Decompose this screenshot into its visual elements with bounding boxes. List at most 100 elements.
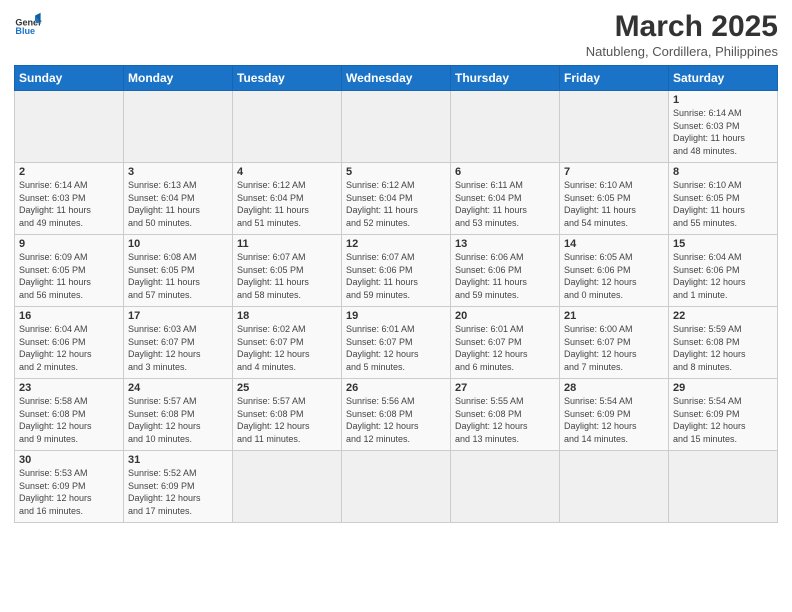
calendar-week-1: 1Sunrise: 6:14 AM Sunset: 6:03 PM Daylig… [15, 91, 778, 163]
day-number: 2 [19, 166, 119, 178]
day-info: Sunrise: 6:02 AM Sunset: 6:07 PM Dayligh… [237, 323, 337, 373]
table-row: 19Sunrise: 6:01 AM Sunset: 6:07 PM Dayli… [342, 307, 451, 379]
day-info: Sunrise: 6:06 AM Sunset: 6:06 PM Dayligh… [455, 251, 555, 301]
logo-icon: General Blue [14, 10, 42, 38]
day-number: 17 [128, 310, 228, 322]
day-number: 3 [128, 166, 228, 178]
day-info: Sunrise: 5:59 AM Sunset: 6:08 PM Dayligh… [673, 323, 773, 373]
col-saturday: Saturday [669, 66, 778, 91]
calendar-week-5: 23Sunrise: 5:58 AM Sunset: 6:08 PM Dayli… [15, 379, 778, 451]
table-row: 12Sunrise: 6:07 AM Sunset: 6:06 PM Dayli… [342, 235, 451, 307]
location-subtitle: Natubleng, Cordillera, Philippines [586, 44, 778, 59]
day-info: Sunrise: 6:12 AM Sunset: 6:04 PM Dayligh… [237, 179, 337, 229]
table-row [233, 91, 342, 163]
day-number: 19 [346, 310, 446, 322]
day-info: Sunrise: 6:04 AM Sunset: 6:06 PM Dayligh… [673, 251, 773, 301]
table-row: 5Sunrise: 6:12 AM Sunset: 6:04 PM Daylig… [342, 163, 451, 235]
table-row: 8Sunrise: 6:10 AM Sunset: 6:05 PM Daylig… [669, 163, 778, 235]
day-info: Sunrise: 6:01 AM Sunset: 6:07 PM Dayligh… [455, 323, 555, 373]
table-row: 13Sunrise: 6:06 AM Sunset: 6:06 PM Dayli… [451, 235, 560, 307]
table-row: 1Sunrise: 6:14 AM Sunset: 6:03 PM Daylig… [669, 91, 778, 163]
table-row: 24Sunrise: 5:57 AM Sunset: 6:08 PM Dayli… [124, 379, 233, 451]
day-number: 25 [237, 382, 337, 394]
calendar-header-row: Sunday Monday Tuesday Wednesday Thursday… [15, 66, 778, 91]
day-info: Sunrise: 5:57 AM Sunset: 6:08 PM Dayligh… [128, 395, 228, 445]
table-row: 21Sunrise: 6:00 AM Sunset: 6:07 PM Dayli… [560, 307, 669, 379]
table-row: 15Sunrise: 6:04 AM Sunset: 6:06 PM Dayli… [669, 235, 778, 307]
day-number: 10 [128, 238, 228, 250]
col-tuesday: Tuesday [233, 66, 342, 91]
day-number: 15 [673, 238, 773, 250]
day-info: Sunrise: 6:05 AM Sunset: 6:06 PM Dayligh… [564, 251, 664, 301]
table-row: 29Sunrise: 5:54 AM Sunset: 6:09 PM Dayli… [669, 379, 778, 451]
day-number: 22 [673, 310, 773, 322]
day-number: 6 [455, 166, 555, 178]
calendar-week-6: 30Sunrise: 5:53 AM Sunset: 6:09 PM Dayli… [15, 451, 778, 523]
day-info: Sunrise: 5:58 AM Sunset: 6:08 PM Dayligh… [19, 395, 119, 445]
table-row: 23Sunrise: 5:58 AM Sunset: 6:08 PM Dayli… [15, 379, 124, 451]
table-row: 31Sunrise: 5:52 AM Sunset: 6:09 PM Dayli… [124, 451, 233, 523]
table-row [560, 451, 669, 523]
day-info: Sunrise: 5:56 AM Sunset: 6:08 PM Dayligh… [346, 395, 446, 445]
calendar-week-4: 16Sunrise: 6:04 AM Sunset: 6:06 PM Dayli… [15, 307, 778, 379]
day-info: Sunrise: 6:11 AM Sunset: 6:04 PM Dayligh… [455, 179, 555, 229]
table-row: 11Sunrise: 6:07 AM Sunset: 6:05 PM Dayli… [233, 235, 342, 307]
table-row: 17Sunrise: 6:03 AM Sunset: 6:07 PM Dayli… [124, 307, 233, 379]
col-monday: Monday [124, 66, 233, 91]
day-info: Sunrise: 6:07 AM Sunset: 6:06 PM Dayligh… [346, 251, 446, 301]
day-info: Sunrise: 6:09 AM Sunset: 6:05 PM Dayligh… [19, 251, 119, 301]
table-row: 7Sunrise: 6:10 AM Sunset: 6:05 PM Daylig… [560, 163, 669, 235]
day-number: 23 [19, 382, 119, 394]
table-row: 18Sunrise: 6:02 AM Sunset: 6:07 PM Dayli… [233, 307, 342, 379]
table-row: 30Sunrise: 5:53 AM Sunset: 6:09 PM Dayli… [15, 451, 124, 523]
logo: General Blue [14, 10, 42, 38]
col-wednesday: Wednesday [342, 66, 451, 91]
day-info: Sunrise: 6:14 AM Sunset: 6:03 PM Dayligh… [19, 179, 119, 229]
table-row [124, 91, 233, 163]
day-info: Sunrise: 6:12 AM Sunset: 6:04 PM Dayligh… [346, 179, 446, 229]
day-info: Sunrise: 5:52 AM Sunset: 6:09 PM Dayligh… [128, 467, 228, 517]
table-row [669, 451, 778, 523]
day-number: 9 [19, 238, 119, 250]
table-row: 26Sunrise: 5:56 AM Sunset: 6:08 PM Dayli… [342, 379, 451, 451]
table-row: 27Sunrise: 5:55 AM Sunset: 6:08 PM Dayli… [451, 379, 560, 451]
table-row: 4Sunrise: 6:12 AM Sunset: 6:04 PM Daylig… [233, 163, 342, 235]
col-sunday: Sunday [15, 66, 124, 91]
day-info: Sunrise: 6:01 AM Sunset: 6:07 PM Dayligh… [346, 323, 446, 373]
day-info: Sunrise: 6:03 AM Sunset: 6:07 PM Dayligh… [128, 323, 228, 373]
table-row: 25Sunrise: 5:57 AM Sunset: 6:08 PM Dayli… [233, 379, 342, 451]
day-number: 7 [564, 166, 664, 178]
calendar-table: Sunday Monday Tuesday Wednesday Thursday… [14, 65, 778, 523]
day-number: 16 [19, 310, 119, 322]
day-number: 21 [564, 310, 664, 322]
day-info: Sunrise: 6:00 AM Sunset: 6:07 PM Dayligh… [564, 323, 664, 373]
table-row [233, 451, 342, 523]
month-title: March 2025 [586, 10, 778, 44]
day-info: Sunrise: 6:10 AM Sunset: 6:05 PM Dayligh… [564, 179, 664, 229]
day-number: 1 [673, 94, 773, 106]
table-row [342, 91, 451, 163]
day-number: 29 [673, 382, 773, 394]
day-number: 5 [346, 166, 446, 178]
day-info: Sunrise: 6:13 AM Sunset: 6:04 PM Dayligh… [128, 179, 228, 229]
day-number: 26 [346, 382, 446, 394]
table-row [451, 451, 560, 523]
table-row: 10Sunrise: 6:08 AM Sunset: 6:05 PM Dayli… [124, 235, 233, 307]
svg-text:Blue: Blue [15, 26, 35, 36]
day-info: Sunrise: 5:54 AM Sunset: 6:09 PM Dayligh… [673, 395, 773, 445]
calendar-week-3: 9Sunrise: 6:09 AM Sunset: 6:05 PM Daylig… [15, 235, 778, 307]
title-block: March 2025 Natubleng, Cordillera, Philip… [586, 10, 778, 59]
day-info: Sunrise: 6:10 AM Sunset: 6:05 PM Dayligh… [673, 179, 773, 229]
day-number: 18 [237, 310, 337, 322]
day-info: Sunrise: 5:57 AM Sunset: 6:08 PM Dayligh… [237, 395, 337, 445]
table-row: 28Sunrise: 5:54 AM Sunset: 6:09 PM Dayli… [560, 379, 669, 451]
table-row [451, 91, 560, 163]
day-number: 14 [564, 238, 664, 250]
day-info: Sunrise: 6:04 AM Sunset: 6:06 PM Dayligh… [19, 323, 119, 373]
day-info: Sunrise: 6:08 AM Sunset: 6:05 PM Dayligh… [128, 251, 228, 301]
day-info: Sunrise: 6:14 AM Sunset: 6:03 PM Dayligh… [673, 107, 773, 157]
table-row: 9Sunrise: 6:09 AM Sunset: 6:05 PM Daylig… [15, 235, 124, 307]
table-row [560, 91, 669, 163]
day-number: 8 [673, 166, 773, 178]
day-number: 27 [455, 382, 555, 394]
